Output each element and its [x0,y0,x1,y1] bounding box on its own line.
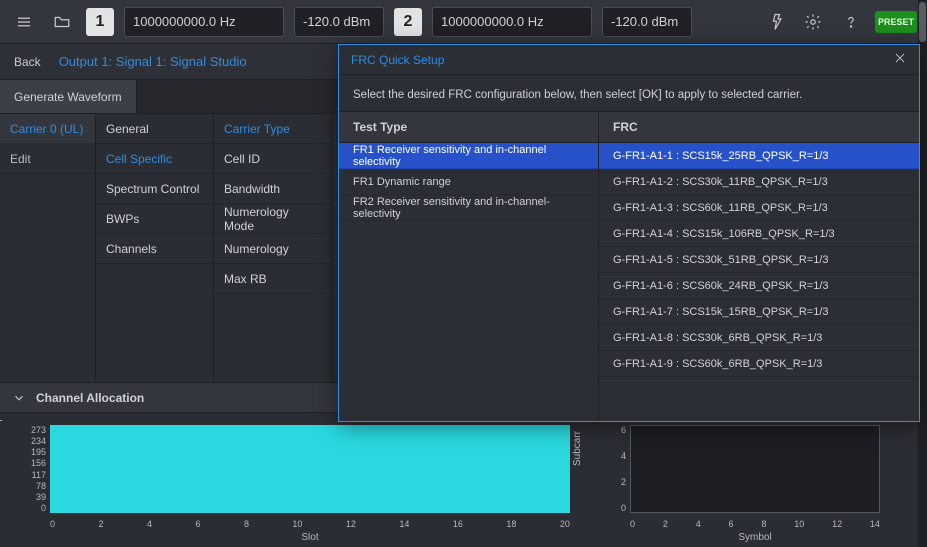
col2-item-5[interactable]: Max RB [214,264,331,294]
test-type-list: FR1 Receiver sensitivity and in-channel … [339,143,599,421]
test-type-header: Test Type [339,112,599,142]
carrier-edit[interactable]: Edit [0,144,95,174]
col2-item-2[interactable]: Bandwidth [214,174,331,204]
crb-slot-chart: CRB for μ = 1 27323419515611778390 02468… [20,425,570,535]
dialog-title: FRC Quick Setup [351,53,444,67]
channel-1-power[interactable]: -120.0 dBm [294,7,384,37]
dialog-subtitle: Select the desired FRC configuration bel… [339,75,919,111]
col1-item-3[interactable]: BWPs [96,204,213,234]
generate-waveform-button[interactable]: Generate Waveform [0,80,137,113]
carrier-column: Carrier 0 (UL) Edit [0,114,96,382]
crb-chart-ylabel: CRB for μ = 1 [0,399,3,460]
col2-item-3[interactable]: Numerology Mode [214,204,331,234]
channel-2-badge[interactable]: 2 [394,8,422,36]
channel-2-power[interactable]: -120.0 dBm [602,7,692,37]
frc-row[interactable]: G-FR1-A1-5 : SCS30k_51RB_QPSK_R=1/3 [599,247,919,273]
breadcrumb[interactable]: Output 1: Signal 1: Signal Studio [59,54,247,69]
gear-icon[interactable] [799,8,827,36]
frc-quick-setup-dialog: FRC Quick Setup Select the desired FRC c… [338,44,920,422]
channel-1-frequency[interactable]: 1000000000.0 Hz [124,7,284,37]
chevron-down-icon [12,391,26,405]
col1-item-4[interactable]: Channels [96,234,213,264]
frc-row[interactable]: G-FR1-A1-6 : SCS60k_24RB_QPSK_R=1/3 [599,273,919,299]
frc-row[interactable]: G-FR1-A1-8 : SCS30k_6RB_QPSK_R=1/3 [599,325,919,351]
frc-row[interactable]: G-FR1-A1-7 : SCS15k_15RB_QPSK_R=1/3 [599,299,919,325]
channel-1-badge[interactable]: 1 [86,8,114,36]
sym-chart-ylabel: Subcarr [572,431,583,466]
test-type-row[interactable]: FR2 Receiver sensitivity and in-channel-… [339,195,598,221]
channel-2-frequency[interactable]: 1000000000.0 Hz [432,7,592,37]
help-icon[interactable] [837,8,865,36]
open-file-button[interactable] [48,8,76,36]
frc-row[interactable]: G-FR1-A1-2 : SCS30k_11RB_QPSK_R=1/3 [599,169,919,195]
test-type-row[interactable]: FR1 Dynamic range [339,169,598,195]
frc-row[interactable]: G-FR1-A1-3 : SCS60k_11RB_QPSK_R=1/3 [599,195,919,221]
carrier-item[interactable]: Carrier 0 (UL) [0,114,95,144]
topbar: 1 1000000000.0 Hz -120.0 dBm 2 100000000… [0,0,927,44]
col1-item-1[interactable]: Cell Specific [96,144,213,174]
subcarrier-symbol-chart: Subcarr 6420 02468101214 Symbol [600,425,880,535]
dialog-header: FRC Quick Setup [339,45,919,75]
crb-chart-xlabel: Slot [50,532,570,543]
property-column: Carrier TypeCell IDBandwidthNumerology M… [214,114,332,382]
frc-row[interactable]: G-FR1-A1-9 : SCS60k_6RB_QPSK_R=1/3 [599,351,919,377]
frc-row[interactable]: G-FR1-A1-4 : SCS15k_106RB_QPSK_R=1/3 [599,221,919,247]
crb-chart-plot [50,425,570,513]
scrollbar-thumb[interactable] [919,2,926,42]
back-button[interactable]: Back [14,55,41,69]
col2-item-4[interactable]: Numerology [214,234,331,264]
close-icon[interactable] [893,51,907,68]
sym-chart-plot [630,425,880,513]
crb-chart-xticks: 02468101214161820 [50,519,570,529]
sym-chart-xticks: 02468101214 [630,519,880,529]
sym-chart-yticks: 6420 [600,425,626,513]
test-type-row[interactable]: FR1 Receiver sensitivity and in-channel … [339,143,598,169]
col1-item-2[interactable]: Spectrum Control [96,174,213,204]
dialog-table-header: Test Type FRC [339,111,919,143]
col2-item-0[interactable]: Carrier Type [214,114,331,144]
frc-row[interactable]: G-FR1-A1-1 : SCS15k_25RB_QPSK_R=1/3 [599,143,919,169]
rf-toggle-icon[interactable] [761,8,789,36]
col1-item-0[interactable]: General [96,114,213,144]
frc-header: FRC [599,120,919,134]
col2-item-1[interactable]: Cell ID [214,144,331,174]
sym-chart-xlabel: Symbol [630,532,880,543]
crb-chart-yticks: 27323419515611778390 [20,425,46,513]
menu-button[interactable] [10,8,38,36]
preset-button[interactable]: PRESET [875,11,917,33]
frc-list: G-FR1-A1-1 : SCS15k_25RB_QPSK_R=1/3G-FR1… [599,143,919,421]
section-column: GeneralCell SpecificSpectrum ControlBWPs… [96,114,214,382]
channel-allocation-title: Channel Allocation [36,391,144,405]
